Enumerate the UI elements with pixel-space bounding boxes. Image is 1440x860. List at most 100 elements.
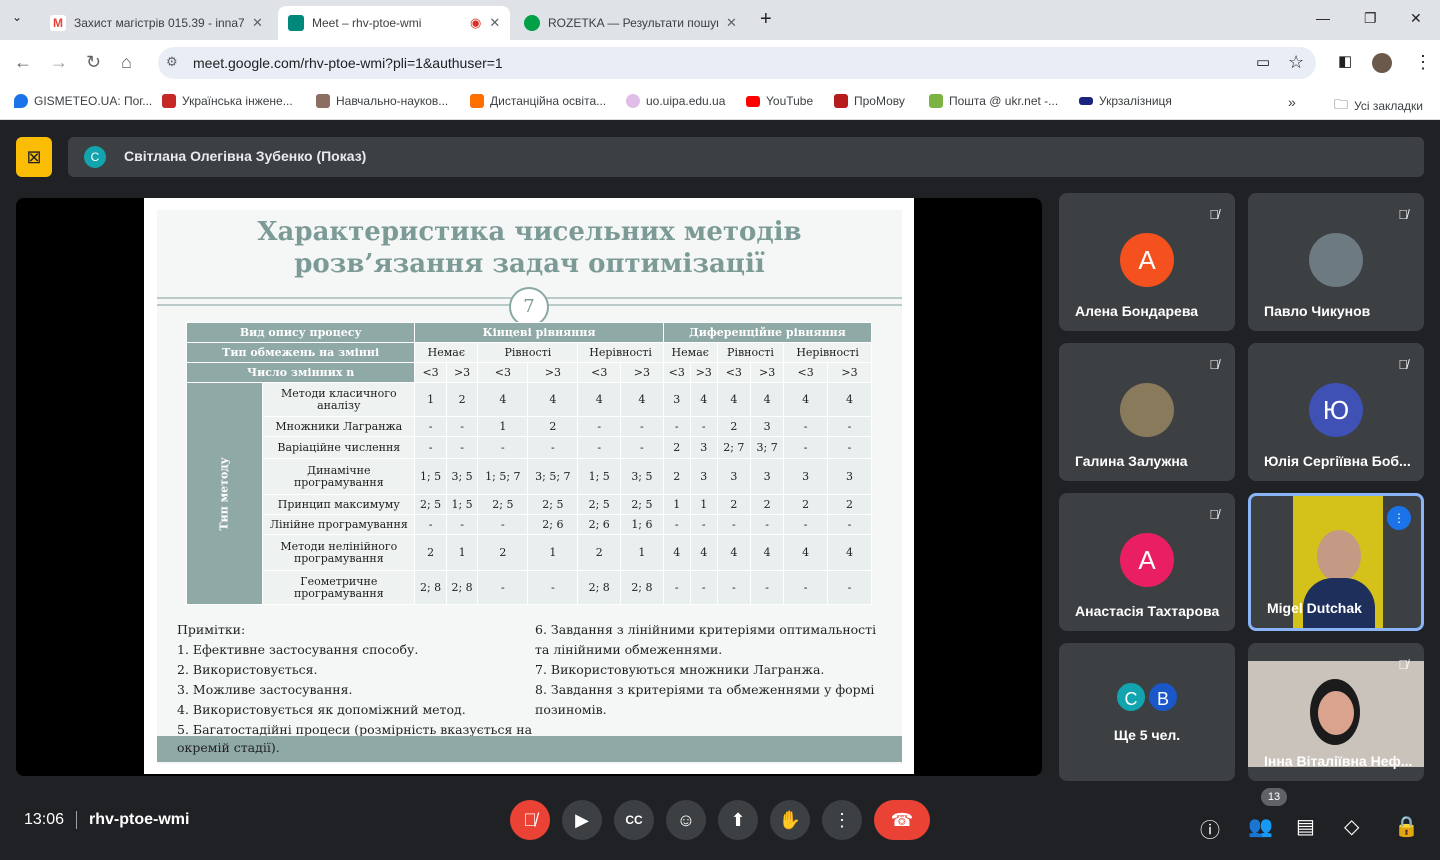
back-icon[interactable]: ←	[14, 52, 32, 73]
bookmark-uz[interactable]: Укрзалізниця	[1079, 94, 1172, 108]
home-icon[interactable]: ⌂	[121, 52, 132, 73]
method-value: 1; 5; 7	[477, 458, 529, 495]
recording-icon: ◉	[470, 15, 482, 30]
method-value: 4	[477, 382, 529, 417]
reload-icon[interactable]: ↻	[86, 52, 101, 73]
participant-tile[interactable]: 🎙̸ А Алена Бондарева	[1059, 193, 1235, 331]
reactions-button[interactable]: ☺	[666, 800, 706, 840]
participant-tile[interactable]: 🎙̸ Павло Чикунов	[1248, 193, 1424, 331]
close-icon[interactable]: ✕	[489, 15, 500, 31]
emoji-icon: ☺	[676, 809, 696, 830]
forward-icon[interactable]: →	[50, 52, 68, 73]
leave-call-button[interactable]: ☎	[874, 800, 930, 840]
restore-icon[interactable]: ❐	[1364, 10, 1377, 27]
method-value: -	[620, 436, 664, 459]
clock: 13:06	[24, 811, 65, 828]
youtube-icon	[746, 95, 760, 107]
method-value: -	[414, 436, 447, 459]
folder-icon: 🗀	[1334, 96, 1348, 112]
method-value: 2; 8	[620, 570, 664, 605]
method-value: 2; 8	[445, 570, 479, 605]
method-value: 2	[414, 534, 447, 571]
participant-name: Юлія Сергіївна Боб...	[1264, 453, 1411, 469]
bookmark-uo[interactable]: uo.uipa.edu.ua	[626, 94, 725, 108]
camera-toggle-button[interactable]: ▶	[562, 800, 602, 840]
method-value: 3	[689, 436, 718, 459]
divider	[76, 811, 77, 829]
tab-search-icon[interactable]: ⌄	[12, 10, 22, 24]
var-count: >3	[445, 362, 479, 383]
menu-icon[interactable]: ⋮	[1414, 52, 1432, 73]
window-close-icon[interactable]: ✕	[1410, 10, 1422, 27]
raise-hand-button[interactable]: ✋	[770, 800, 810, 840]
participant-tile[interactable]: 🎙̸ Інна Віталіївна Неф...	[1248, 643, 1424, 781]
method-value: 1; 6	[620, 514, 664, 535]
participant-tile[interactable]: 🎙̸ Галина Залужна	[1059, 343, 1235, 481]
bookmark-ukrnet[interactable]: Пошта @ ukr.net -...	[929, 94, 1058, 108]
method-value: -	[527, 436, 579, 459]
participant-tile-speaking[interactable]: ⋮ Migel Dutchak	[1248, 493, 1424, 631]
more-bookmarks-icon[interactable]: »	[1288, 94, 1296, 110]
note-line: 6. Завдання з лінійними критеріями оптим…	[535, 622, 877, 637]
uia-icon	[162, 94, 176, 108]
note-line: 1. Ефективне застосування способу.	[177, 642, 419, 657]
mic-toggle-button[interactable]: 🎙̸	[510, 800, 550, 840]
activities-icon[interactable]: ◇	[1344, 814, 1359, 839]
tab-rozetka[interactable]: ROZETKA — Результати пошуку ✕	[514, 6, 747, 40]
presentation-stop-icon[interactable]: ⊠	[16, 137, 52, 177]
method-value: 2; 6	[577, 514, 622, 535]
participant-tile[interactable]: 🎙̸ А Анастасія Тахтарова	[1059, 493, 1235, 631]
more-participants-tile[interactable]: С В Ще 5 чел.	[1059, 643, 1235, 781]
minimize-icon[interactable]: —	[1316, 10, 1330, 26]
method-value: 2; 7	[716, 436, 751, 459]
bookmark-gismeteo[interactable]: GISMETEO.UA: Пог...	[14, 94, 152, 108]
more-count: Ще 5 чел.	[1113, 727, 1181, 743]
captions-button[interactable]: CC	[614, 800, 654, 840]
site-info-icon[interactable]: ⚙	[166, 54, 178, 70]
tab-meet[interactable]: Meet – rhv-ptoe-wmi ◉ ✕	[278, 6, 511, 40]
bookmark-youtube[interactable]: YouTube	[746, 94, 813, 108]
method-name: Динамічне програмування	[262, 458, 416, 495]
method-value: 1	[620, 534, 664, 571]
tab-gmail[interactable]: M Захист магістрів 015.39 - inna7 ✕	[40, 6, 273, 40]
avatar: А	[1120, 533, 1174, 587]
note-line: 4. Використовується як допоміжний метод.	[177, 702, 466, 717]
more-options-button[interactable]: ⋮	[822, 800, 862, 840]
uz-icon	[1079, 97, 1093, 105]
bookmark-nn[interactable]: Навчально-науков...	[316, 94, 448, 108]
method-value: -	[662, 570, 691, 605]
participant-tile[interactable]: 🎙̸ Ю Юлія Сергіївна Боб...	[1248, 343, 1424, 481]
note-line: 2. Використовується.	[177, 662, 318, 677]
info-icon[interactable]: ⓘ	[1200, 814, 1220, 843]
meeting-code: rhv-ptoe-wmi	[89, 811, 190, 828]
all-bookmarks[interactable]: 🗀 Усі закладки	[1334, 94, 1423, 118]
side-panel-icon[interactable]: ◧	[1338, 52, 1352, 70]
present-button[interactable]: ⬆	[718, 800, 758, 840]
method-value: -	[783, 514, 829, 535]
mail-icon	[929, 94, 943, 108]
host-controls-icon[interactable]: 🔒	[1394, 814, 1419, 839]
method-value: -	[414, 416, 447, 437]
profile-avatar[interactable]	[1372, 53, 1392, 73]
url-text[interactable]: meet.google.com/rhv-ptoe-wmi?pli=1&authu…	[193, 55, 503, 71]
camera-icon[interactable]: ▭	[1256, 53, 1270, 71]
close-icon[interactable]: ✕	[726, 15, 737, 31]
var-count: <3	[414, 362, 447, 383]
people-icon[interactable]: 👥	[1248, 814, 1273, 839]
method-value: 2; 5	[577, 494, 622, 515]
method-row: Варіаційне числення - - - - - -2 3 2; 7 3; 7--	[187, 436, 872, 459]
close-icon[interactable]: ✕	[252, 15, 263, 31]
new-tab-icon[interactable]: +	[760, 8, 772, 31]
bookmark-distance[interactable]: Дистанційна освіта...	[470, 94, 606, 108]
bookmark-promovu[interactable]: ПроМову	[834, 94, 905, 108]
method-value: 2; 8	[577, 570, 622, 605]
meet-icon	[288, 15, 304, 31]
method-value: -	[689, 570, 718, 605]
chat-icon[interactable]: ▤	[1296, 814, 1315, 839]
star-icon[interactable]: ☆	[1288, 52, 1304, 73]
method-value: -	[662, 514, 691, 535]
method-value: 2; 5	[527, 494, 579, 515]
bookmark-uia[interactable]: Українська інжене...	[162, 94, 293, 108]
mic-off-icon: 🎙̸	[1398, 207, 1408, 222]
present-icon: ⬆	[730, 809, 746, 830]
